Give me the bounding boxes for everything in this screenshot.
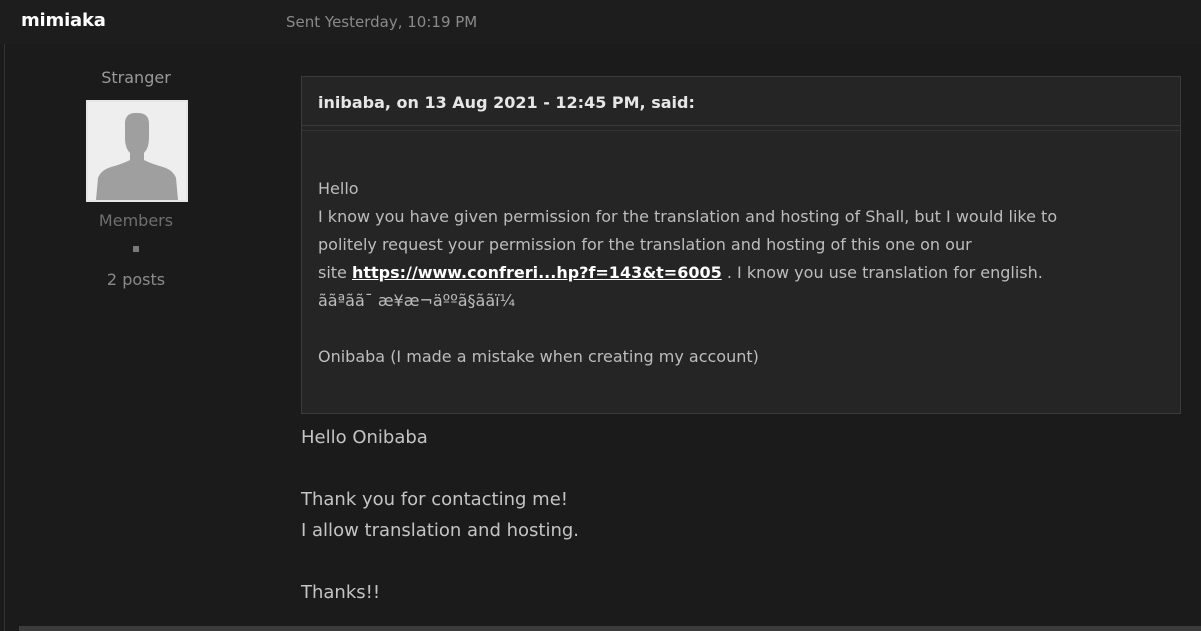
reply-line: Hello Onibaba <box>301 427 428 448</box>
quote-signature: Onibaba (I made a mistake when creating … <box>318 347 759 366</box>
quote-block: inibaba, on 13 Aug 2021 - 12:45 PM, said… <box>301 76 1181 414</box>
author-title: Stranger <box>101 68 171 87</box>
user-silhouette-icon <box>88 102 186 200</box>
reply-line: Thanks!! <box>301 582 381 603</box>
quote-line-prefix: site <box>318 263 352 282</box>
quote-body: Hello I know you have given permission f… <box>318 175 1168 371</box>
quote-citation[interactable]: inibaba, on 13 Aug 2021 - 12:45 PM, said… <box>318 93 695 112</box>
message-page: mimiaka Sent Yesterday, 10:19 PM Strange… <box>0 0 1201 631</box>
reply-line: Thank you for contacting me! <box>301 489 568 510</box>
avatar[interactable] <box>86 100 188 202</box>
left-border <box>4 44 5 631</box>
quote-line: politely request your permission for the… <box>318 235 972 254</box>
quote-empty-line <box>318 315 1168 343</box>
sent-timestamp: Sent Yesterday, 10:19 PM <box>286 13 478 31</box>
quote-line-with-link: site https://www.confreri...hp?f=143&t=6… <box>318 259 1168 287</box>
rank-pip-icon <box>133 246 139 252</box>
post-count: 2 posts <box>106 270 166 289</box>
quote-line: I know you have given permission for the… <box>318 207 1058 226</box>
author-name-link[interactable]: mimiaka <box>21 10 106 31</box>
quote-header: inibaba, on 13 Aug 2021 - 12:45 PM, said… <box>302 77 1180 126</box>
quote-line-garbled: ããªãã¯ æ¥æ¬äººã§ããï¼ <box>318 291 516 310</box>
quote-divider <box>302 130 1180 131</box>
quote-link[interactable]: https://www.confreri...hp?f=143&t=6005 <box>352 263 722 282</box>
reply-empty-line <box>301 546 1171 577</box>
reply-empty-line <box>301 453 1171 484</box>
quote-line: Hello <box>318 179 359 198</box>
quote-line-suffix: . I know you use translation for english… <box>721 263 1043 282</box>
reply-line: I allow translation and hosting. <box>301 520 580 541</box>
post-footer-bar <box>19 626 1201 631</box>
post-header <box>0 0 1201 44</box>
member-group: Members <box>98 211 174 230</box>
reply-body: Hello Onibaba Thank you for contacting m… <box>301 422 1171 608</box>
